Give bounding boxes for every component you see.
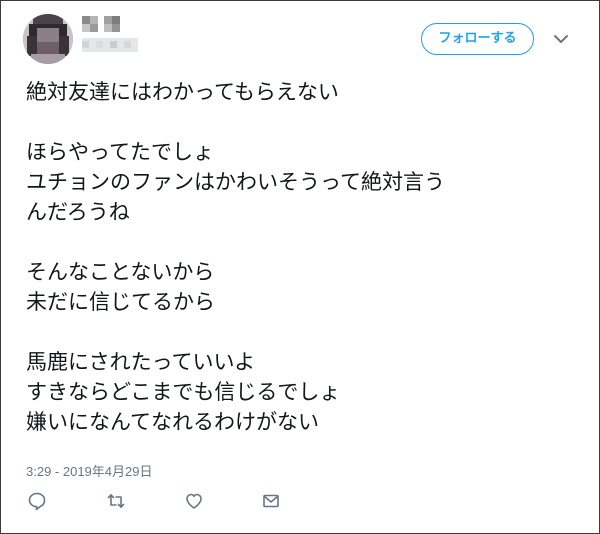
retweet-icon[interactable] [106,491,126,511]
avatar[interactable] [23,14,73,64]
user-name-blurred[interactable] [82,16,124,32]
tweet-line: すきならどこまでも信じるでしょ [26,380,341,404]
tweet-text: 絶対友達にはわかってもらえない ほらやってたでしょ ユチョンのファンはかわいそう… [26,77,586,437]
tweet-line: んだろうね [26,200,130,224]
tweet-line: そんなことないから [26,260,215,284]
heart-icon[interactable] [184,491,204,511]
tweet-line: 嫌いになんてなれるわけがない [26,410,319,434]
envelope-icon[interactable] [261,491,281,511]
tweet-timestamp[interactable]: 3:29 - 2019年4月29日 [26,461,152,480]
chevron-down-icon[interactable] [552,31,570,47]
tweet-card: フォローする 絶対友達にはわかってもらえない ほらやってたでしょ ユチョンのファ… [0,0,600,534]
tweet-line: 絶対友達にはわかってもらえない [26,80,339,104]
tweet-line: 未だに信じてるから [26,290,215,314]
user-handle-blurred[interactable] [82,38,138,52]
tweet-line: 馬鹿にされたっていいよ [26,350,256,374]
tweet-line: ほらやってたでしょ [26,140,214,164]
tweet-actions [1,491,600,513]
follow-button[interactable]: フォローする [421,23,534,55]
tweet-line: ユチョンのファンはかわいそうって絶対言う [26,170,445,194]
reply-icon[interactable] [27,491,47,511]
